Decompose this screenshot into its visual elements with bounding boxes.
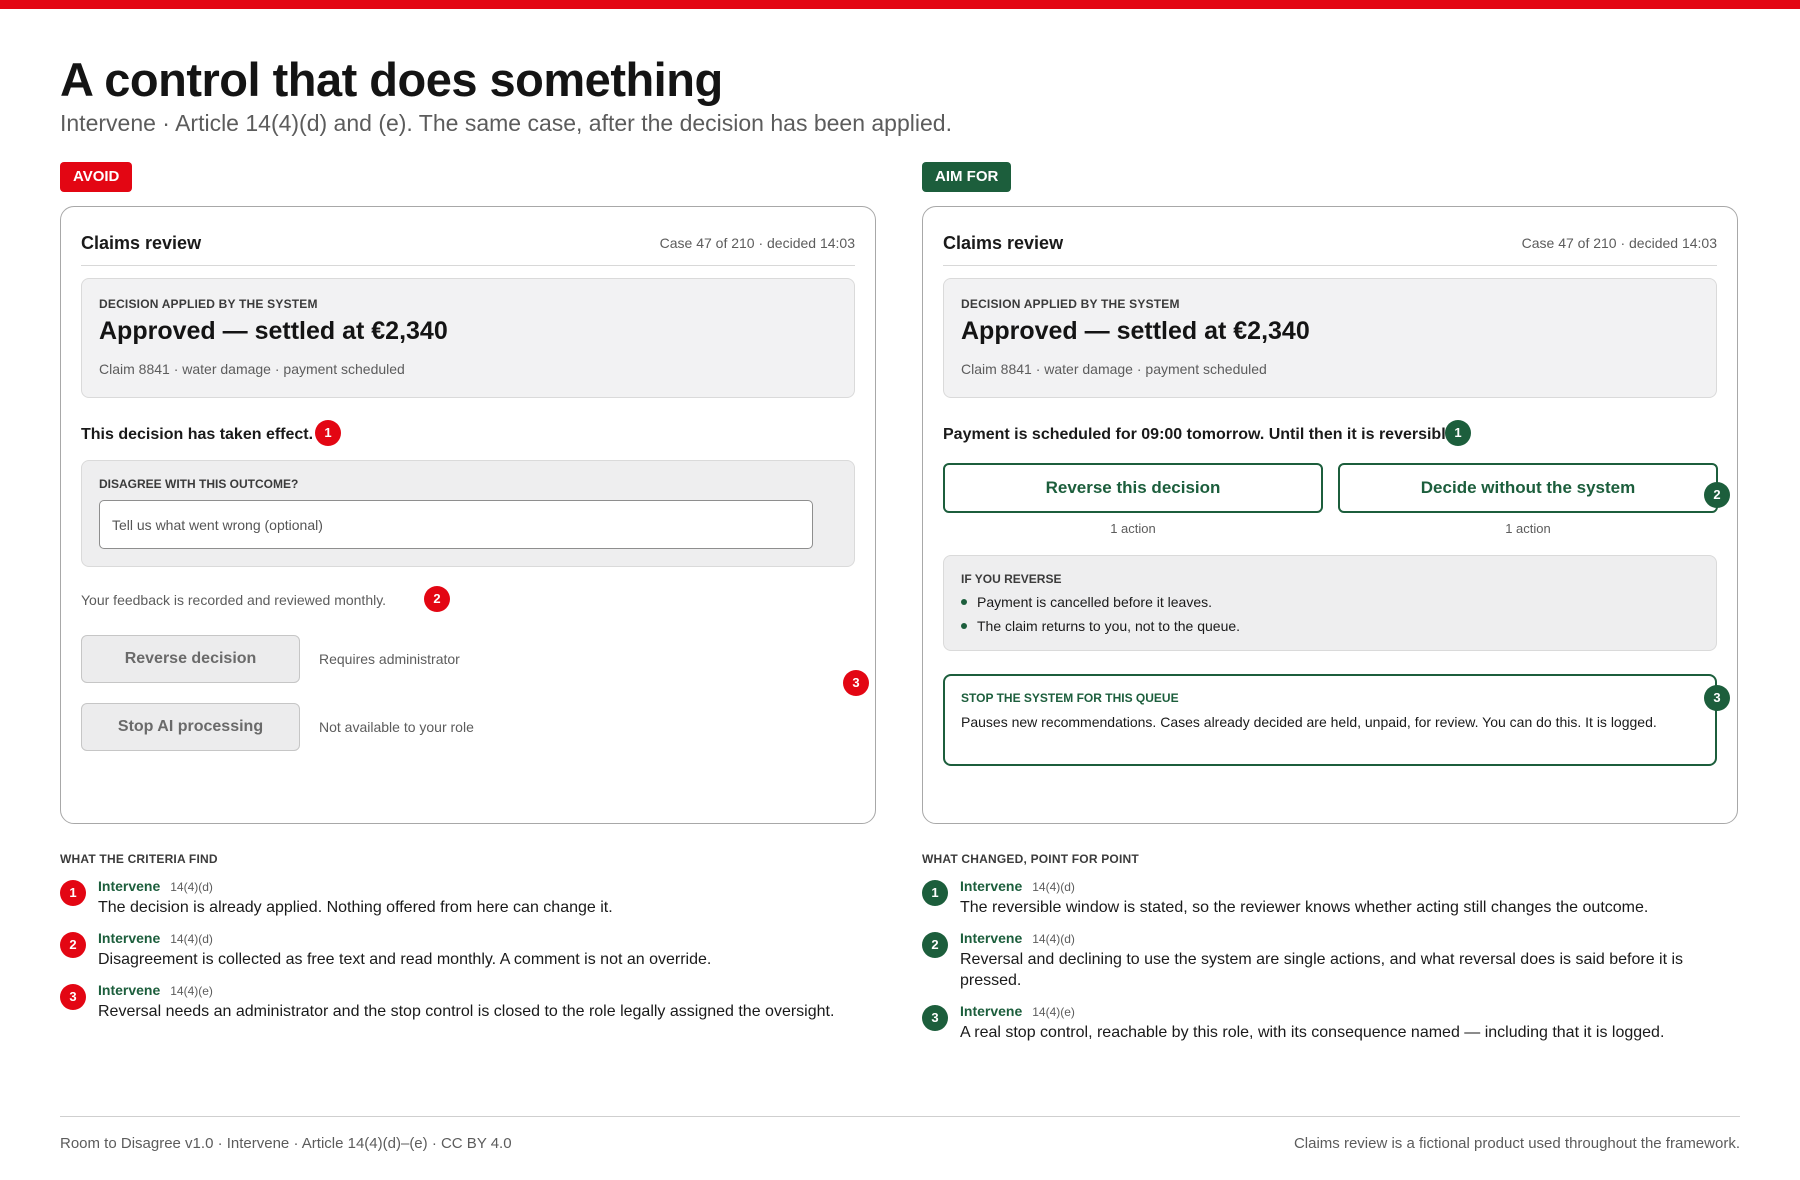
finding-marker: 1 <box>60 880 86 906</box>
callout-marker-1: 1 <box>315 420 341 446</box>
decision-value: Approved — settled at €2,340 <box>99 317 448 345</box>
callout-marker-1: 1 <box>1445 420 1471 446</box>
footer-divider <box>60 1116 1740 1117</box>
finding-article-ref: 14(4)(d) <box>170 880 213 894</box>
criteria-findings: WHAT THE CRITERIA FIND 1 Intervene 14(4)(… <box>60 852 876 1022</box>
finding-principle: Intervene <box>960 1003 1023 1019</box>
finding-text: Reversal and declining to use the system… <box>960 951 1684 989</box>
finding-item: 2 Intervene 14(4)(d) Disagreement is coll… <box>60 930 876 970</box>
decision-label: DECISION APPLIED BY THE SYSTEM <box>99 297 318 311</box>
finding-article-ref: 14(4)(e) <box>170 984 213 998</box>
callout-marker-2: 2 <box>424 586 450 612</box>
stop-system-control[interactable]: STOP THE SYSTEM FOR THIS QUEUE Pauses ne… <box>943 674 1717 766</box>
changes-findings: WHAT CHANGED, POINT FOR POINT 1 Interven… <box>922 852 1738 1043</box>
consequence-item: Payment is cancelled before it leaves. <box>961 594 1212 610</box>
panel-header: Claims review Case 47 of 210 · decided 1… <box>81 227 855 266</box>
case-meta: Case 47 of 210 · decided 14:03 <box>659 235 855 251</box>
stop-system-description: Pauses new recommendations. Cases alread… <box>961 714 1657 730</box>
decision-details: Claim 8841 · water damage · payment sche… <box>961 361 1267 377</box>
callout-marker-3: 3 <box>1704 685 1730 711</box>
reverse-requirement-note: Requires administrator <box>319 651 460 667</box>
finding-text: A real stop control, reachable by this r… <box>960 1024 1665 1041</box>
decide-action-count: 1 action <box>1505 521 1551 536</box>
avoid-tag: AVOID <box>60 162 133 192</box>
feedback-label: DISAGREE WITH THIS OUTCOME? <box>99 477 299 491</box>
consequence-item: The claim returns to you, not to the que… <box>961 618 1240 634</box>
finding-article-ref: 14(4)(e) <box>1032 1005 1075 1019</box>
avoid-panel: Claims review Case 47 of 210 · decided 1… <box>60 206 876 824</box>
reverse-consequences-label: IF YOU REVERSE <box>961 572 1062 586</box>
finding-article-ref: 14(4)(d) <box>1032 932 1075 946</box>
finding-item: 1 Intervene 14(4)(d) The reversible windo… <box>922 878 1738 918</box>
reverse-decision-button[interactable]: Reverse decision <box>81 635 300 683</box>
bullet-icon <box>961 599 967 606</box>
finding-item: 2 Intervene 14(4)(d) Reversal and declini… <box>922 930 1738 991</box>
finding-item: 1 Intervene 14(4)(d) The decision is alre… <box>60 878 876 918</box>
finding-text: Reversal needs an administrator and the … <box>98 1003 835 1020</box>
page-title: A control that does something <box>60 53 723 106</box>
panel-title: Claims review <box>943 233 1064 253</box>
finding-marker: 3 <box>60 984 86 1010</box>
reverse-consequences-box: IF YOU REVERSE Payment is cancelled befo… <box>943 555 1717 651</box>
finding-marker: 1 <box>922 880 948 906</box>
decide-without-system-button[interactable]: Decide without the system <box>1338 463 1718 513</box>
feedback-input[interactable] <box>99 500 813 549</box>
decision-card: DECISION APPLIED BY THE SYSTEM Approved … <box>943 278 1717 398</box>
finding-text: The reversible window is stated, so the … <box>960 899 1649 916</box>
reverse-this-decision-button[interactable]: Reverse this decision <box>943 463 1323 513</box>
decision-details: Claim 8841 · water damage · payment sche… <box>99 361 405 377</box>
finding-principle: Intervene <box>98 982 161 998</box>
finding-item: 3 Intervene 14(4)(e) A real stop control,… <box>922 1003 1738 1043</box>
finding-article-ref: 14(4)(d) <box>1032 880 1075 894</box>
feedback-box: DISAGREE WITH THIS OUTCOME? <box>81 460 855 567</box>
panel-header: Claims review Case 47 of 210 · decided 1… <box>943 227 1717 266</box>
findings-title: WHAT CHANGED, POINT FOR POINT <box>922 852 1139 866</box>
case-meta: Case 47 of 210 · decided 14:03 <box>1521 235 1717 251</box>
panel-title: Claims review <box>81 233 202 253</box>
consequence-text: The claim returns to you, not to the que… <box>977 618 1241 634</box>
aim-for-tag: AIM FOR <box>922 162 1012 192</box>
decision-value: Approved — settled at €2,340 <box>961 317 1310 345</box>
finding-marker: 2 <box>922 932 948 958</box>
finding-marker: 2 <box>60 932 86 958</box>
top-accent-bar <box>0 0 1800 9</box>
decision-status-statement: This decision has taken effect. <box>81 426 314 443</box>
finding-principle: Intervene <box>960 878 1023 894</box>
finding-marker: 3 <box>922 1005 948 1031</box>
aim-for-panel: Claims review Case 47 of 210 · decided 1… <box>922 206 1738 824</box>
page-subtitle: Intervene · Article 14(4)(d) and (e). Th… <box>60 110 952 136</box>
finding-text: The decision is already applied. Nothing… <box>98 899 613 916</box>
feedback-note: Your feedback is recorded and reviewed m… <box>81 592 387 608</box>
footer-disclaimer: Claims review is a fictional product use… <box>1293 1135 1740 1152</box>
finding-principle: Intervene <box>960 930 1023 946</box>
finding-principle: Intervene <box>98 878 161 894</box>
footer-credit: Room to Disagree v1.0 · Intervene · Arti… <box>60 1135 512 1152</box>
callout-marker-2: 2 <box>1704 482 1730 508</box>
finding-text: Disagreement is collected as free text a… <box>98 951 712 968</box>
decision-label: DECISION APPLIED BY THE SYSTEM <box>961 297 1180 311</box>
callout-marker-3: 3 <box>843 670 869 696</box>
finding-principle: Intervene <box>98 930 161 946</box>
reverse-action-count: 1 action <box>1110 521 1156 536</box>
bullet-icon <box>961 623 967 630</box>
stop-system-label: STOP THE SYSTEM FOR THIS QUEUE <box>961 691 1179 705</box>
consequence-text: Payment is cancelled before it leaves. <box>977 594 1213 610</box>
decision-card: DECISION APPLIED BY THE SYSTEM Approved … <box>81 278 855 398</box>
finding-item: 3 Intervene 14(4)(e) Reversal needs an ad… <box>60 982 876 1022</box>
finding-article-ref: 14(4)(d) <box>170 932 213 946</box>
reversible-window-statement: Payment is scheduled for 09:00 tomorrow.… <box>943 426 1459 443</box>
stop-availability-note: Not available to your role <box>319 719 474 735</box>
stop-ai-processing-button[interactable]: Stop AI processing <box>81 703 300 751</box>
findings-title: WHAT THE CRITERIA FIND <box>60 852 218 866</box>
